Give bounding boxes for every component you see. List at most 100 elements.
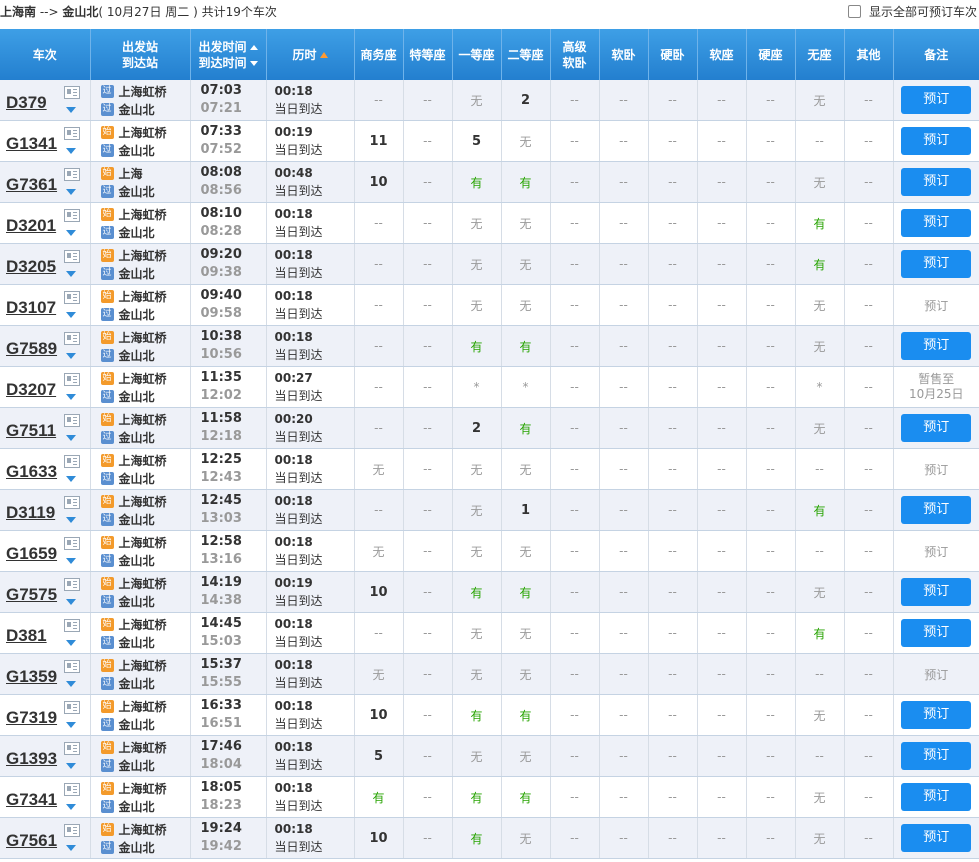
seat-cell[interactable]: 无	[452, 202, 502, 244]
seat-cell[interactable]: 1	[501, 489, 551, 531]
train-info-icon[interactable]	[63, 332, 80, 345]
seat-cell[interactable]: 无	[452, 284, 502, 326]
train-number-link[interactable]: G1393	[6, 749, 57, 768]
train-info-icon[interactable]	[63, 537, 80, 550]
train-number-link[interactable]: D3107	[6, 298, 56, 317]
seat-cell[interactable]: 有	[452, 571, 502, 613]
seat-cell[interactable]: 5	[354, 735, 404, 777]
train-number-link[interactable]: D3207	[6, 380, 56, 399]
col-dep-time[interactable]: 出发时间	[191, 39, 266, 55]
seat-cell[interactable]: 无	[795, 694, 845, 736]
train-number-link[interactable]: G1633	[6, 462, 57, 481]
seat-cell[interactable]: 无	[354, 653, 404, 695]
train-info-icon[interactable]	[63, 660, 80, 673]
seat-cell[interactable]: 有	[354, 776, 404, 818]
chevron-down-icon[interactable]	[65, 189, 76, 195]
seat-cell[interactable]: 有	[795, 243, 845, 285]
seat-cell[interactable]: 无	[795, 80, 845, 121]
train-number-link[interactable]: D381	[6, 626, 47, 645]
train-number-link[interactable]: G7511	[6, 421, 56, 440]
train-info-icon[interactable]	[63, 414, 80, 427]
train-number-link[interactable]: D3119	[6, 503, 55, 522]
seat-cell[interactable]: 10	[354, 694, 404, 736]
chevron-down-icon[interactable]	[65, 230, 76, 236]
train-info-icon[interactable]	[63, 168, 80, 181]
seat-cell[interactable]: 有	[452, 325, 502, 367]
chevron-down-icon[interactable]	[65, 722, 76, 728]
book-button[interactable]: 预订	[901, 127, 972, 155]
train-info-icon[interactable]	[63, 455, 80, 468]
seat-cell[interactable]: 有	[452, 817, 502, 859]
sort-active-up-icon[interactable]	[319, 52, 328, 58]
book-button[interactable]: 预订	[901, 619, 972, 647]
chevron-down-icon[interactable]	[65, 845, 76, 851]
show-all-toggle[interactable]: 显示全部可预订车次	[847, 3, 977, 20]
seat-cell[interactable]: 无	[354, 448, 404, 490]
seat-cell[interactable]: *	[795, 366, 845, 408]
seat-cell[interactable]: 有	[452, 161, 502, 203]
seat-cell[interactable]: 无	[501, 284, 551, 326]
book-button[interactable]: 预订	[901, 86, 972, 114]
train-info-icon[interactable]	[63, 86, 80, 99]
seat-cell[interactable]: 无	[354, 530, 404, 572]
seat-cell[interactable]: 2	[501, 80, 551, 121]
train-number-link[interactable]: G1359	[6, 667, 57, 686]
train-number-link[interactable]: D379	[6, 93, 47, 112]
train-number-link[interactable]: D3201	[6, 216, 56, 235]
col-times[interactable]: 出发时间 到达时间	[190, 29, 267, 80]
train-number-link[interactable]: G7589	[6, 339, 57, 358]
train-info-icon[interactable]	[63, 209, 80, 222]
train-number-link[interactable]: D3205	[6, 257, 56, 276]
book-button[interactable]: 预订	[901, 414, 972, 442]
train-info-icon[interactable]	[63, 619, 80, 632]
seat-cell[interactable]: *	[452, 366, 502, 408]
seat-cell[interactable]: 无	[795, 571, 845, 613]
seat-cell[interactable]: 无	[452, 735, 502, 777]
train-info-icon[interactable]	[63, 127, 80, 140]
sort-down-icon[interactable]	[249, 60, 258, 66]
chevron-down-icon[interactable]	[65, 148, 76, 154]
seat-cell[interactable]: 有	[501, 694, 551, 736]
book-button[interactable]: 预订	[901, 168, 972, 196]
chevron-down-icon[interactable]	[65, 517, 76, 523]
train-info-icon[interactable]	[63, 783, 80, 796]
book-button[interactable]: 预订	[901, 824, 972, 852]
seat-cell[interactable]: 有	[501, 776, 551, 818]
seat-cell[interactable]: 有	[795, 612, 845, 654]
train-info-icon[interactable]	[63, 742, 80, 755]
train-number-link[interactable]: G7361	[6, 175, 57, 194]
train-info-icon[interactable]	[63, 496, 80, 509]
chevron-down-icon[interactable]	[65, 804, 76, 810]
chevron-down-icon[interactable]	[65, 394, 76, 400]
seat-cell[interactable]: 无	[501, 243, 551, 285]
seat-cell[interactable]: 无	[795, 817, 845, 859]
book-button[interactable]: 预订	[901, 783, 972, 811]
book-button[interactable]: 预订	[901, 209, 972, 237]
seat-cell[interactable]: 无	[452, 653, 502, 695]
train-info-icon[interactable]	[63, 578, 80, 591]
seat-cell[interactable]: 无	[501, 530, 551, 572]
train-info-icon[interactable]	[63, 291, 80, 304]
seat-cell[interactable]: 10	[354, 817, 404, 859]
seat-cell[interactable]: 2	[452, 407, 502, 449]
seat-cell[interactable]: 无	[452, 612, 502, 654]
seat-cell[interactable]: 5	[452, 120, 502, 162]
chevron-down-icon[interactable]	[65, 640, 76, 646]
seat-cell[interactable]: 无	[795, 325, 845, 367]
seat-cell[interactable]: 有	[452, 694, 502, 736]
seat-cell[interactable]: 无	[795, 407, 845, 449]
seat-cell[interactable]: 有	[501, 407, 551, 449]
seat-cell[interactable]: 有	[795, 489, 845, 531]
chevron-down-icon[interactable]	[65, 681, 76, 687]
train-info-icon[interactable]	[63, 701, 80, 714]
chevron-down-icon[interactable]	[65, 476, 76, 482]
chevron-down-icon[interactable]	[65, 353, 76, 359]
col-arr-time[interactable]: 到达时间	[191, 55, 266, 71]
seat-cell[interactable]: 无	[795, 776, 845, 818]
seat-cell[interactable]: 无	[452, 448, 502, 490]
seat-cell[interactable]: 有	[501, 325, 551, 367]
book-button[interactable]: 预订	[901, 496, 972, 524]
book-button[interactable]: 预订	[901, 701, 972, 729]
seat-cell[interactable]: 无	[795, 161, 845, 203]
book-button[interactable]: 预订	[901, 578, 972, 606]
